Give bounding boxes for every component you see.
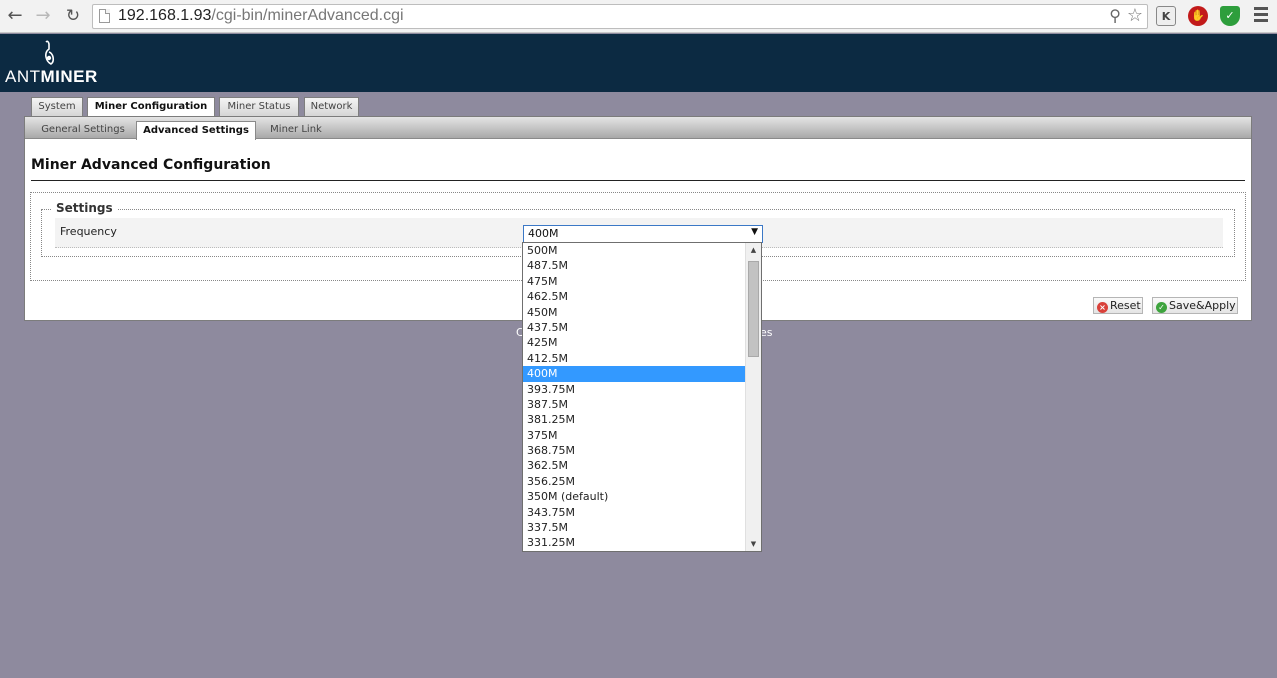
reset-button[interactable]: × Reset — [1093, 297, 1143, 314]
dropdown-option[interactable]: 343.75M — [523, 505, 745, 520]
dropdown-option[interactable]: 393.75M — [523, 382, 745, 397]
check-icon: ✓ — [1156, 302, 1167, 313]
dropdown-arrow-icon: ▼ — [751, 227, 758, 237]
dropdown-option[interactable]: 368.75M — [523, 443, 745, 458]
k-extension-icon[interactable]: K — [1156, 6, 1176, 26]
dropdown-option[interactable]: 450M — [523, 305, 745, 320]
title-divider — [31, 180, 1245, 181]
frequency-label: Frequency — [60, 225, 117, 238]
dropdown-option[interactable]: 475M — [523, 274, 745, 289]
dropdown-option[interactable]: 387.5M — [523, 397, 745, 412]
subtab-advanced-settings[interactable]: Advanced Settings — [136, 121, 256, 140]
scroll-up-arrow-icon[interactable]: ▲ — [746, 243, 761, 257]
dropdown-option[interactable]: 400M — [523, 366, 745, 382]
dropdown-option[interactable]: 350M (default) — [523, 489, 745, 504]
save-apply-button[interactable]: ✓ Save&Apply — [1152, 297, 1238, 314]
subtab-bar: General Settings Advanced Settings Miner… — [25, 117, 1251, 140]
page-title: Miner Advanced Configuration — [31, 157, 271, 173]
tab-miner-status[interactable]: Miner Status — [219, 97, 299, 116]
tab-system[interactable]: System — [31, 97, 83, 116]
scrollbar-thumb[interactable] — [748, 261, 759, 357]
ant-logo-icon — [45, 40, 55, 65]
subtab-miner-link[interactable]: Miner Link — [262, 121, 330, 139]
save-apply-button-label: Save&Apply — [1169, 299, 1236, 312]
dropdown-option[interactable]: 437.5M — [523, 320, 745, 335]
reset-icon: × — [1097, 302, 1108, 313]
dropdown-option[interactable]: 337.5M — [523, 520, 745, 535]
dropdown-option[interactable]: 381.25M — [523, 412, 745, 427]
frequency-select[interactable]: 400M ▼ — [523, 225, 763, 243]
logo-prefix: ANT — [5, 67, 41, 86]
logo-text: ANTMINER — [5, 67, 98, 87]
dropdown-options: 500M 487.5M 475M 462.5M 450M 437.5M 425M 412.5M… — [523, 243, 745, 551]
dropdown-option[interactable]: 412.5M — [523, 351, 745, 366]
browser-toolbar: ← → ↻ 192.168.1.93/cgi-bin/minerAdvanced… — [0, 0, 1277, 33]
address-bar[interactable]: 192.168.1.93/cgi-bin/minerAdvanced.cgi ⚲… — [92, 4, 1148, 29]
dropdown-option[interactable]: 356.25M — [523, 474, 745, 489]
zoom-icon[interactable]: ⚲ — [1109, 6, 1121, 25]
url-path: /cgi-bin/minerAdvanced.cgi — [211, 7, 404, 24]
adblock-stop-icon[interactable]: ✋ — [1188, 6, 1208, 26]
back-arrow-icon[interactable]: ← — [4, 5, 26, 27]
tab-network[interactable]: Network — [304, 97, 359, 116]
dropdown-option[interactable]: 331.25M — [523, 535, 745, 550]
settings-legend: Settings — [52, 201, 117, 215]
dropdown-scrollbar[interactable]: ▲ ▼ — [745, 243, 761, 551]
shield-extension-icon[interactable]: ✓ — [1220, 6, 1240, 26]
frequency-select-value: 400M — [528, 227, 559, 240]
app-header: ANTMINER — [0, 34, 1277, 92]
dropdown-option[interactable]: 462.5M — [523, 289, 745, 304]
bookmark-star-icon[interactable]: ☆ — [1127, 5, 1143, 26]
reload-icon[interactable]: ↻ — [62, 5, 84, 27]
logo-suffix: MINER — [40, 67, 98, 86]
url-text[interactable]: 192.168.1.93/cgi-bin/minerAdvanced.cgi — [118, 7, 404, 25]
tab-miner-configuration[interactable]: Miner Configuration — [87, 97, 215, 117]
forward-arrow-icon[interactable]: → — [32, 5, 54, 27]
dropdown-option[interactable]: 500M — [523, 243, 745, 258]
subtab-general-settings[interactable]: General Settings — [33, 121, 133, 139]
dropdown-option[interactable]: 362.5M — [523, 458, 745, 473]
frequency-dropdown-list[interactable]: 500M 487.5M 475M 462.5M 450M 437.5M 425M 412.5M… — [522, 242, 762, 552]
reset-button-label: Reset — [1110, 299, 1141, 312]
scroll-down-arrow-icon[interactable]: ▼ — [746, 537, 761, 551]
dropdown-option[interactable]: 375M — [523, 428, 745, 443]
url-host: 192.168.1.93 — [118, 7, 212, 24]
dropdown-option[interactable]: 425M — [523, 335, 745, 350]
browser-menu-icon[interactable] — [1254, 7, 1268, 25]
page-icon — [99, 9, 110, 23]
dropdown-option[interactable]: 487.5M — [523, 258, 745, 273]
